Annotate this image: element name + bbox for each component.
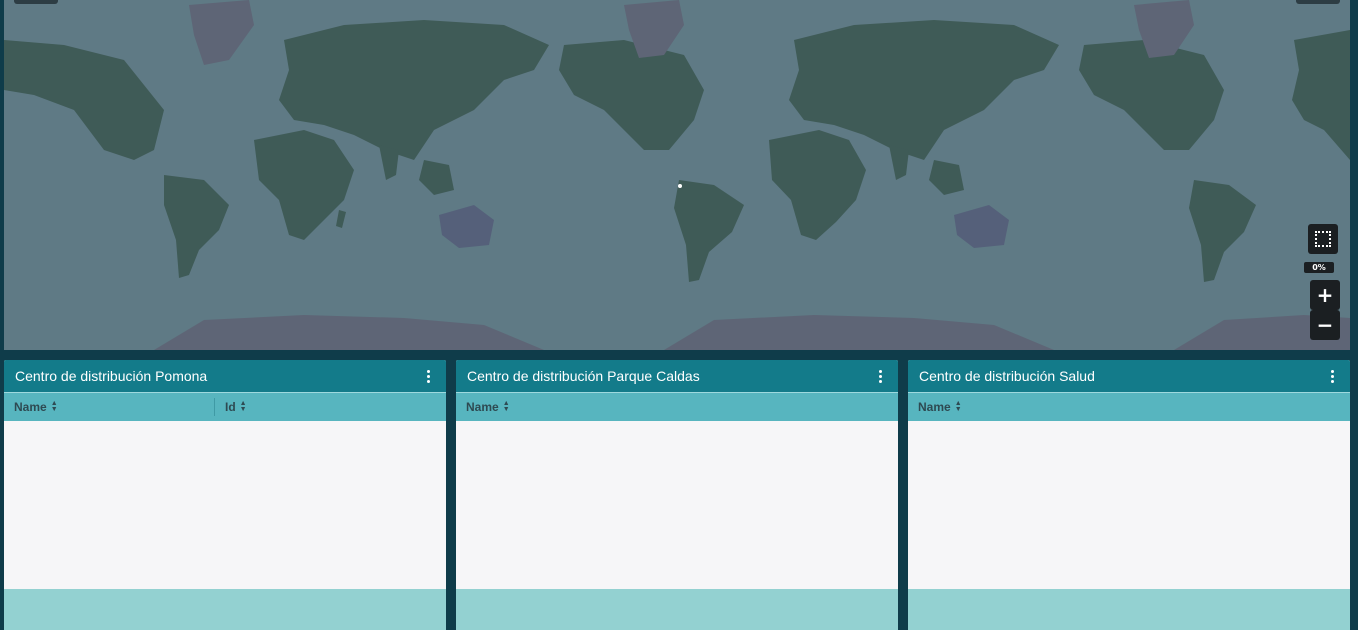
widget-salud: Centro de distribución Salud Name ▲ ▼ <box>908 360 1350 630</box>
widget-title: Centro de distribución Salud <box>919 368 1095 384</box>
greenland-land <box>189 0 254 65</box>
column-label: Name <box>466 400 499 414</box>
se-asia-land-2 <box>929 160 964 195</box>
column-label: Id <box>225 400 236 414</box>
widget-menu-button[interactable] <box>420 366 436 386</box>
table-footer <box>4 589 446 630</box>
table-body <box>456 421 898 589</box>
kebab-menu-icon <box>1330 369 1334 373</box>
widget-header: Centro de distribución Parque Caldas <box>456 360 898 392</box>
madagascar-land <box>336 210 346 228</box>
india-land <box>379 145 399 180</box>
world-map-canvas[interactable] <box>4 0 1350 350</box>
europe-asia-land-3 <box>1292 30 1350 160</box>
widget-header: Centro de distribución Pomona <box>4 360 446 392</box>
widget-title: Centro de distribución Pomona <box>15 368 208 384</box>
dotted-square-icon <box>1315 231 1331 247</box>
sort-icon: ▲ ▼ <box>50 400 58 413</box>
widget-header: Centro de distribución Salud <box>908 360 1350 392</box>
column-header-name[interactable]: Name ▲ ▼ <box>4 393 214 421</box>
india-land-2 <box>889 145 909 180</box>
sort-icon: ▲ ▼ <box>239 400 247 413</box>
antarctica-land-2 <box>664 315 1054 350</box>
south-america-land <box>164 175 229 278</box>
antarctica-land <box>154 315 544 350</box>
africa-land-2 <box>769 130 866 240</box>
kebab-menu-icon <box>426 369 430 373</box>
plus-icon: + <box>1316 283 1334 307</box>
column-header-name[interactable]: Name ▲ ▼ <box>908 393 962 421</box>
north-america-land-2 <box>559 40 704 150</box>
zoom-level-label: 0% <box>1304 262 1334 273</box>
south-america-land-2 <box>674 180 744 282</box>
australia-land <box>439 205 494 248</box>
table-body <box>4 421 446 589</box>
widget-pomona: Centro de distribución Pomona Name ▲ ▼ Id… <box>4 360 446 630</box>
map-corner-control-right[interactable] <box>1296 0 1340 4</box>
sort-icon: ▲ ▼ <box>502 400 510 413</box>
column-header-id[interactable]: Id ▲ ▼ <box>214 398 247 416</box>
australia-land-2 <box>954 205 1009 248</box>
table-footer <box>456 589 898 630</box>
kebab-menu-icon <box>878 369 882 373</box>
world-map[interactable]: 0% + − <box>4 0 1350 350</box>
column-header-name[interactable]: Name ▲ ▼ <box>456 393 510 421</box>
table-header: Name ▲ ▼ Id ▲ ▼ <box>4 392 446 421</box>
zoom-in-button[interactable]: + <box>1310 280 1340 310</box>
box-select-button[interactable] <box>1308 224 1338 254</box>
column-label: Name <box>14 400 47 414</box>
location-marker <box>678 184 682 188</box>
column-label: Name <box>918 400 951 414</box>
se-asia-land <box>419 160 454 195</box>
table-header: Name ▲ ▼ <box>908 392 1350 421</box>
table-header: Name ▲ ▼ <box>456 392 898 421</box>
sort-icon: ▲ ▼ <box>954 400 962 413</box>
widget-menu-button[interactable] <box>1324 366 1340 386</box>
widget-menu-button[interactable] <box>872 366 888 386</box>
south-america-land-3 <box>1189 180 1256 282</box>
widget-parque-caldas: Centro de distribución Parque Caldas Nam… <box>456 360 898 630</box>
widget-title: Centro de distribución Parque Caldas <box>467 368 700 384</box>
north-america-land <box>4 40 164 160</box>
minus-icon: − <box>1316 313 1334 337</box>
table-footer <box>908 589 1350 630</box>
map-corner-control-left[interactable] <box>14 0 58 4</box>
zoom-out-button[interactable]: − <box>1310 310 1340 340</box>
table-body <box>908 421 1350 589</box>
